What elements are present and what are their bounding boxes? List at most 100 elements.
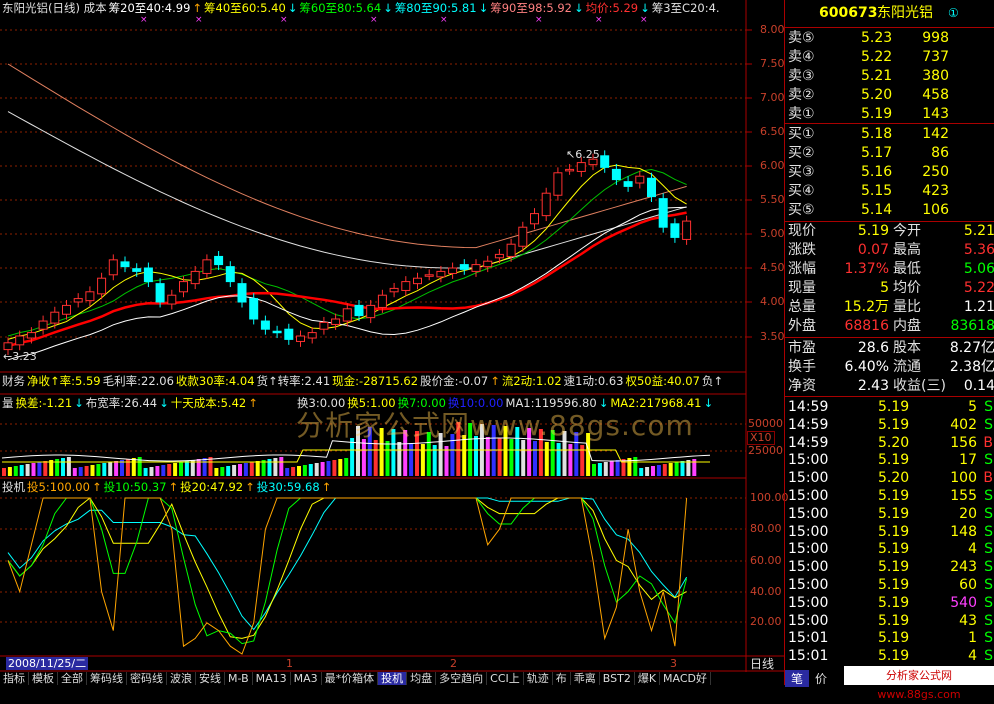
fund-label: 收益(三)	[893, 378, 946, 394]
volume-bar	[255, 461, 260, 476]
fund-value: 28.6	[857, 340, 889, 356]
volume-bar	[603, 462, 608, 476]
tab-4[interactable]: 密码线	[127, 672, 167, 685]
finance-parts-item: 毛利率:22.06	[102, 374, 174, 388]
candle-body	[284, 328, 294, 340]
tick-side: S	[984, 541, 993, 558]
price-axis-label: 6.00	[760, 159, 785, 172]
cost-band-line	[7, 111, 687, 269]
tab-14[interactable]: CCI上	[487, 672, 524, 685]
tab-9[interactable]: MA3	[291, 672, 322, 685]
volume-bar	[544, 442, 549, 476]
tab-1[interactable]: 模板	[29, 672, 58, 685]
stat-label: 涨幅	[788, 261, 816, 277]
tick-price: 5.19	[878, 648, 910, 665]
tab-8[interactable]: MA13	[253, 672, 291, 685]
period-label[interactable]: 日线	[750, 657, 774, 671]
candle-body	[108, 259, 118, 276]
chart-title-bar: 东阳光铝(日线) 成本 筹20至40:4.99 ↑ 筹40至60:5.40 ↓ 筹60至8…	[2, 0, 746, 16]
fund-value: 0.14	[963, 378, 994, 394]
stat-value: 0.07	[857, 242, 889, 258]
volume-bar	[385, 441, 390, 476]
bid-row: 买② 5.17 86	[785, 144, 994, 163]
ind-parts-item: ↑	[91, 480, 102, 494]
volume-bar	[397, 442, 402, 476]
candle-body	[272, 330, 282, 334]
tab-0[interactable]: 指标	[0, 672, 29, 685]
candle-body	[62, 304, 71, 315]
chart-area[interactable]: × × × × × × × × 东阳光铝(日线) 成本 筹20至40:4.99 ↑ 筹40至60:5…	[0, 0, 784, 672]
tick-row: 15:00 5.19 243 S	[785, 558, 994, 577]
volume-bar	[326, 461, 331, 476]
detail-tab-0[interactable]: 笔	[785, 670, 810, 687]
tab-12[interactable]: 均盘	[407, 672, 437, 685]
tick-volume: 20	[959, 505, 977, 522]
bid-price: 5.17	[861, 145, 893, 161]
tab-2[interactable]: 全部	[58, 672, 87, 685]
finance-parts-item: 货↑转率:2.41	[256, 374, 331, 388]
candle-body	[541, 192, 551, 217]
tick-time: 14:59	[788, 416, 829, 433]
volume-bar	[633, 457, 638, 476]
stat-row: 外盘 68816 内盘 83618	[785, 317, 994, 336]
tab-5[interactable]: 波浪	[167, 672, 196, 685]
site-footer-banner[interactable]: 分析家公式网 www.88gs.com	[844, 666, 994, 701]
volume-bar	[202, 458, 207, 476]
stat-value: 5.06	[963, 261, 994, 277]
volume-bar	[90, 465, 95, 476]
candle-body	[389, 287, 399, 293]
finance-parts-item: 现金:-28715.62	[332, 374, 419, 388]
title-parts-item: ↓	[573, 1, 584, 15]
tab-18[interactable]: BST2	[600, 672, 635, 685]
tab-19[interactable]: 爆K	[635, 672, 661, 685]
candle-body	[73, 298, 83, 303]
tab-11[interactable]: 投机	[378, 672, 408, 685]
detail-tab-1[interactable]: 价	[809, 670, 833, 687]
volume-bar	[66, 457, 71, 476]
tick-price: 5.19	[878, 577, 910, 593]
tab-20[interactable]: MACD好	[660, 672, 712, 685]
volume-bar	[656, 465, 661, 476]
stat-label: 涨跌	[788, 242, 816, 258]
scroll-mark-2: 2	[450, 657, 457, 670]
stat-value: 15.2万	[843, 299, 889, 315]
tab-6[interactable]: 安线	[196, 672, 225, 685]
volume-bar	[179, 462, 183, 476]
tick-row: 15:01 5.19 1 S	[785, 629, 994, 648]
bid-volume: 250	[922, 164, 949, 180]
ind-parts-item: 投5:100.00	[27, 480, 90, 494]
indicator-axis-label: 60.00	[750, 554, 782, 567]
quote-panel: 600673 东阳光铝 ① 卖⑤ 5.23 998 卖④ 5.22 737 卖③ 5.21 38…	[784, 0, 994, 687]
bid-volume: 86	[931, 145, 949, 161]
tick-volume: 43	[959, 612, 977, 629]
tab-16[interactable]: 布	[553, 672, 571, 685]
title-parts-item: ↓	[478, 1, 489, 15]
signal-mark: ×	[280, 15, 288, 25]
scroll-mark-3: 3	[670, 657, 677, 670]
indicator-axis-label: 100.00	[750, 491, 789, 504]
tab-13[interactable]: 多空趋向	[436, 672, 488, 685]
tab-10[interactable]: 最*价箱体	[322, 672, 379, 685]
stat-value: 1.37%	[844, 261, 889, 277]
tick-price: 5.19	[878, 523, 910, 540]
info-badge-icon[interactable]: ①	[948, 4, 959, 23]
kline-chart-svg[interactable]: × × × × × × × ×	[0, 0, 784, 672]
tab-15[interactable]: 轨迹	[524, 672, 553, 685]
price-axis-label: 8.00	[760, 23, 785, 36]
tick-row: 15:00 5.19 17 S	[785, 451, 994, 470]
ask-level-label: 卖①	[788, 106, 815, 122]
volume-bar	[680, 461, 685, 476]
tab-17[interactable]: 乖离	[571, 672, 600, 685]
tab-7[interactable]: M-B	[225, 672, 253, 685]
ind-parts-item: ↑	[321, 480, 332, 494]
title-parts-item: 筹3至C20:4.	[651, 1, 720, 15]
stat-label: 最低	[893, 261, 921, 277]
price-axis-label: 6.50	[760, 125, 785, 138]
volume-bar	[78, 467, 83, 476]
volume-axis-label: 25000	[748, 444, 783, 457]
volume-bar	[13, 466, 18, 476]
tab-3[interactable]: 筹码线	[87, 672, 127, 685]
candle-body	[3, 342, 13, 351]
finance-indicator-bar: 财务 净收↑率:5.59 毛利率:22.06 收款30率:4.04 货↑转率:2.41 现…	[2, 373, 746, 389]
ask-price: 5.21	[861, 68, 893, 84]
